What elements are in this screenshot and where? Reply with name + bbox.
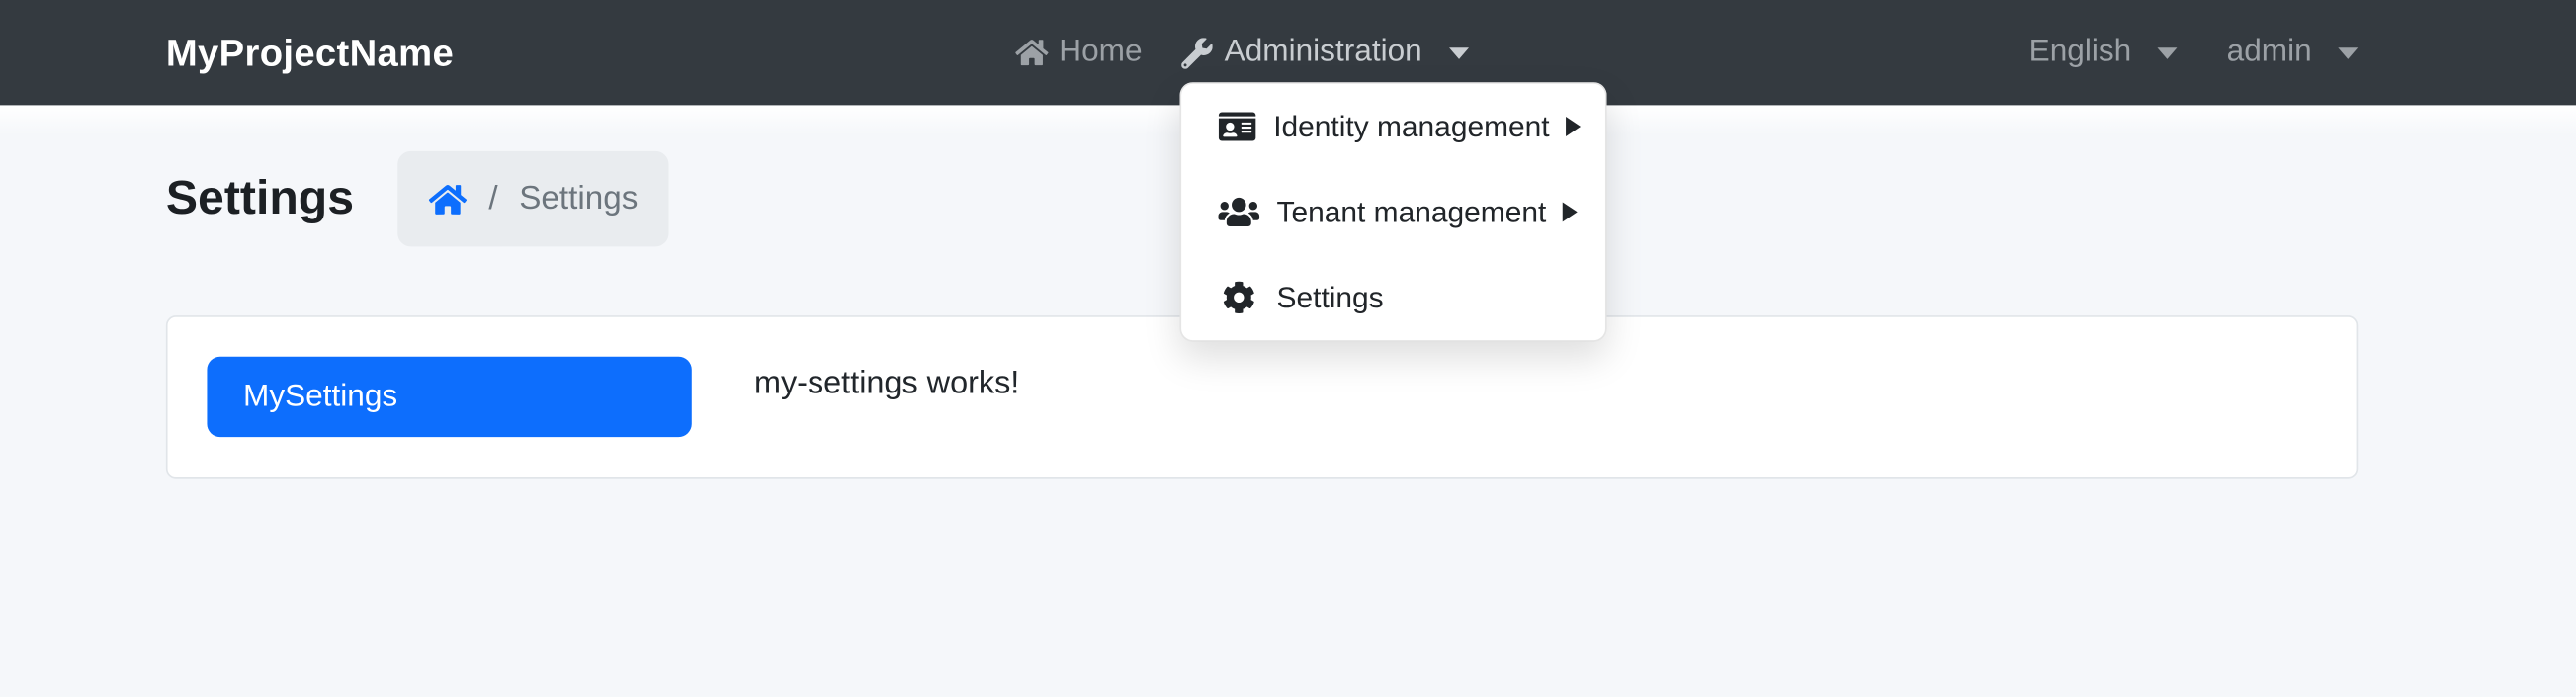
home-icon [1014, 38, 1047, 67]
settings-tab-content: my-settings works! [754, 357, 1019, 437]
chevron-down-icon [1448, 46, 1468, 58]
wrench-icon [1181, 37, 1213, 68]
breadcrumb-home-icon[interactable] [430, 182, 468, 217]
nav-item-administration[interactable]: Administration [1181, 35, 1468, 71]
nav-item-administration-label: Administration [1225, 35, 1422, 71]
page-title: Settings [166, 172, 354, 226]
tab-mysettings[interactable]: MySettings [207, 357, 691, 437]
breadcrumb-current: Settings [519, 180, 638, 218]
app-viewport: MyProjectName Home Administration [0, 0, 2576, 697]
menu-item-tenant-management[interactable]: Tenant management [1181, 169, 1605, 254]
nav-item-home-label: Home [1059, 35, 1142, 71]
chevron-right-icon [1563, 202, 1578, 221]
breadcrumb-separator: / [488, 180, 497, 218]
brand-link[interactable]: MyProjectName [166, 31, 454, 75]
language-dropdown[interactable]: English [2029, 35, 2178, 71]
menu-item-label: Tenant management [1277, 192, 1547, 231]
users-icon [1218, 196, 1260, 228]
menu-item-label: Settings [1277, 278, 1384, 317]
chevron-down-icon [2158, 46, 2178, 58]
settings-tabs: MySettings [207, 357, 691, 437]
chevron-down-icon [2338, 46, 2358, 58]
user-label: admin [2227, 35, 2312, 71]
id-card-icon [1218, 110, 1257, 142]
navbar-right-menu: English admin [2029, 35, 2359, 71]
language-label: English [2029, 35, 2132, 71]
menu-item-settings[interactable]: Settings [1181, 255, 1605, 340]
menu-item-identity-management[interactable]: Identity management [1181, 84, 1605, 169]
menu-item-label: Identity management [1273, 107, 1549, 146]
main-menu: Home Administration [1014, 35, 1468, 71]
breadcrumb: / Settings [398, 151, 669, 246]
administration-dropdown-menu: Identity management Tenant management Se… [1179, 82, 1606, 342]
nav-item-home[interactable]: Home [1014, 35, 1142, 71]
user-dropdown[interactable]: admin [2227, 35, 2359, 71]
gear-icon [1218, 281, 1260, 313]
chevron-right-icon [1566, 117, 1581, 136]
